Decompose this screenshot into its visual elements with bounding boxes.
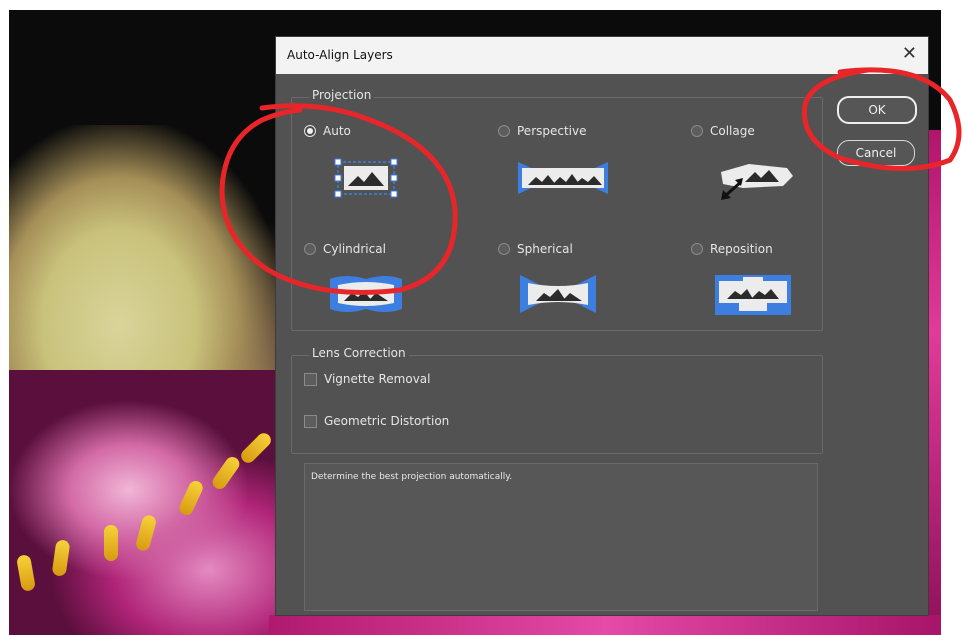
- dialog-title: Auto-Align Layers: [287, 48, 393, 62]
- projection-legend: Projection: [309, 88, 375, 102]
- radio-indicator[interactable]: [304, 243, 316, 255]
- vignette-removal-checkbox[interactable]: Vignette Removal: [304, 372, 431, 386]
- spherical-projection-icon[interactable]: [518, 269, 598, 319]
- radio-spherical[interactable]: Spherical: [498, 242, 573, 256]
- radio-cylindrical[interactable]: Cylindrical: [304, 242, 386, 256]
- geometric-distortion-checkbox[interactable]: Geometric Distortion: [304, 414, 449, 428]
- radio-indicator[interactable]: [498, 125, 510, 137]
- radio-indicator[interactable]: [691, 125, 703, 137]
- flower-petal-edge: [269, 615, 941, 635]
- radio-indicator[interactable]: [691, 243, 703, 255]
- cylindrical-projection-icon[interactable]: [326, 269, 406, 319]
- checkbox-label: Geometric Distortion: [324, 414, 450, 428]
- checkbox-indicator[interactable]: [304, 414, 317, 428]
- radio-label: Collage: [710, 124, 755, 138]
- collage-projection-icon[interactable]: [713, 152, 803, 202]
- auto-projection-icon[interactable]: [326, 152, 406, 202]
- radio-auto[interactable]: Auto: [304, 124, 351, 138]
- radio-label: Perspective: [517, 124, 587, 138]
- flower-stamen: [104, 525, 118, 561]
- close-icon[interactable]: ✕: [902, 43, 917, 64]
- radio-reposition[interactable]: Reposition: [691, 242, 773, 256]
- radio-collage[interactable]: Collage: [691, 124, 755, 138]
- radio-perspective[interactable]: Perspective: [498, 124, 587, 138]
- cancel-button[interactable]: Cancel: [837, 140, 915, 166]
- checkbox-indicator[interactable]: [304, 372, 317, 386]
- lens-correction-legend: Lens Correction: [309, 346, 409, 360]
- description-box: Determine the best projection automatica…: [304, 463, 818, 611]
- auto-align-layers-dialog: Auto-Align Layers ✕ Projection Auto Pers…: [275, 36, 929, 616]
- lens-correction-group: [291, 355, 823, 454]
- perspective-projection-icon[interactable]: [518, 152, 608, 202]
- radio-label: Cylindrical: [323, 242, 386, 256]
- checkbox-label: Vignette Removal: [324, 372, 431, 386]
- radio-label: Spherical: [517, 242, 573, 256]
- dialog-titlebar[interactable]: Auto-Align Layers ✕: [276, 37, 928, 74]
- radio-label: Reposition: [710, 242, 773, 256]
- reposition-projection-icon[interactable]: [713, 269, 793, 319]
- flower-petal-edge: [929, 130, 941, 635]
- radio-indicator[interactable]: [498, 243, 510, 255]
- radio-indicator[interactable]: [304, 125, 316, 137]
- description-text: Determine the best projection automatica…: [311, 472, 513, 482]
- radio-label: Auto: [323, 124, 351, 138]
- ok-button[interactable]: OK: [837, 96, 917, 124]
- flower-petals: [9, 370, 309, 635]
